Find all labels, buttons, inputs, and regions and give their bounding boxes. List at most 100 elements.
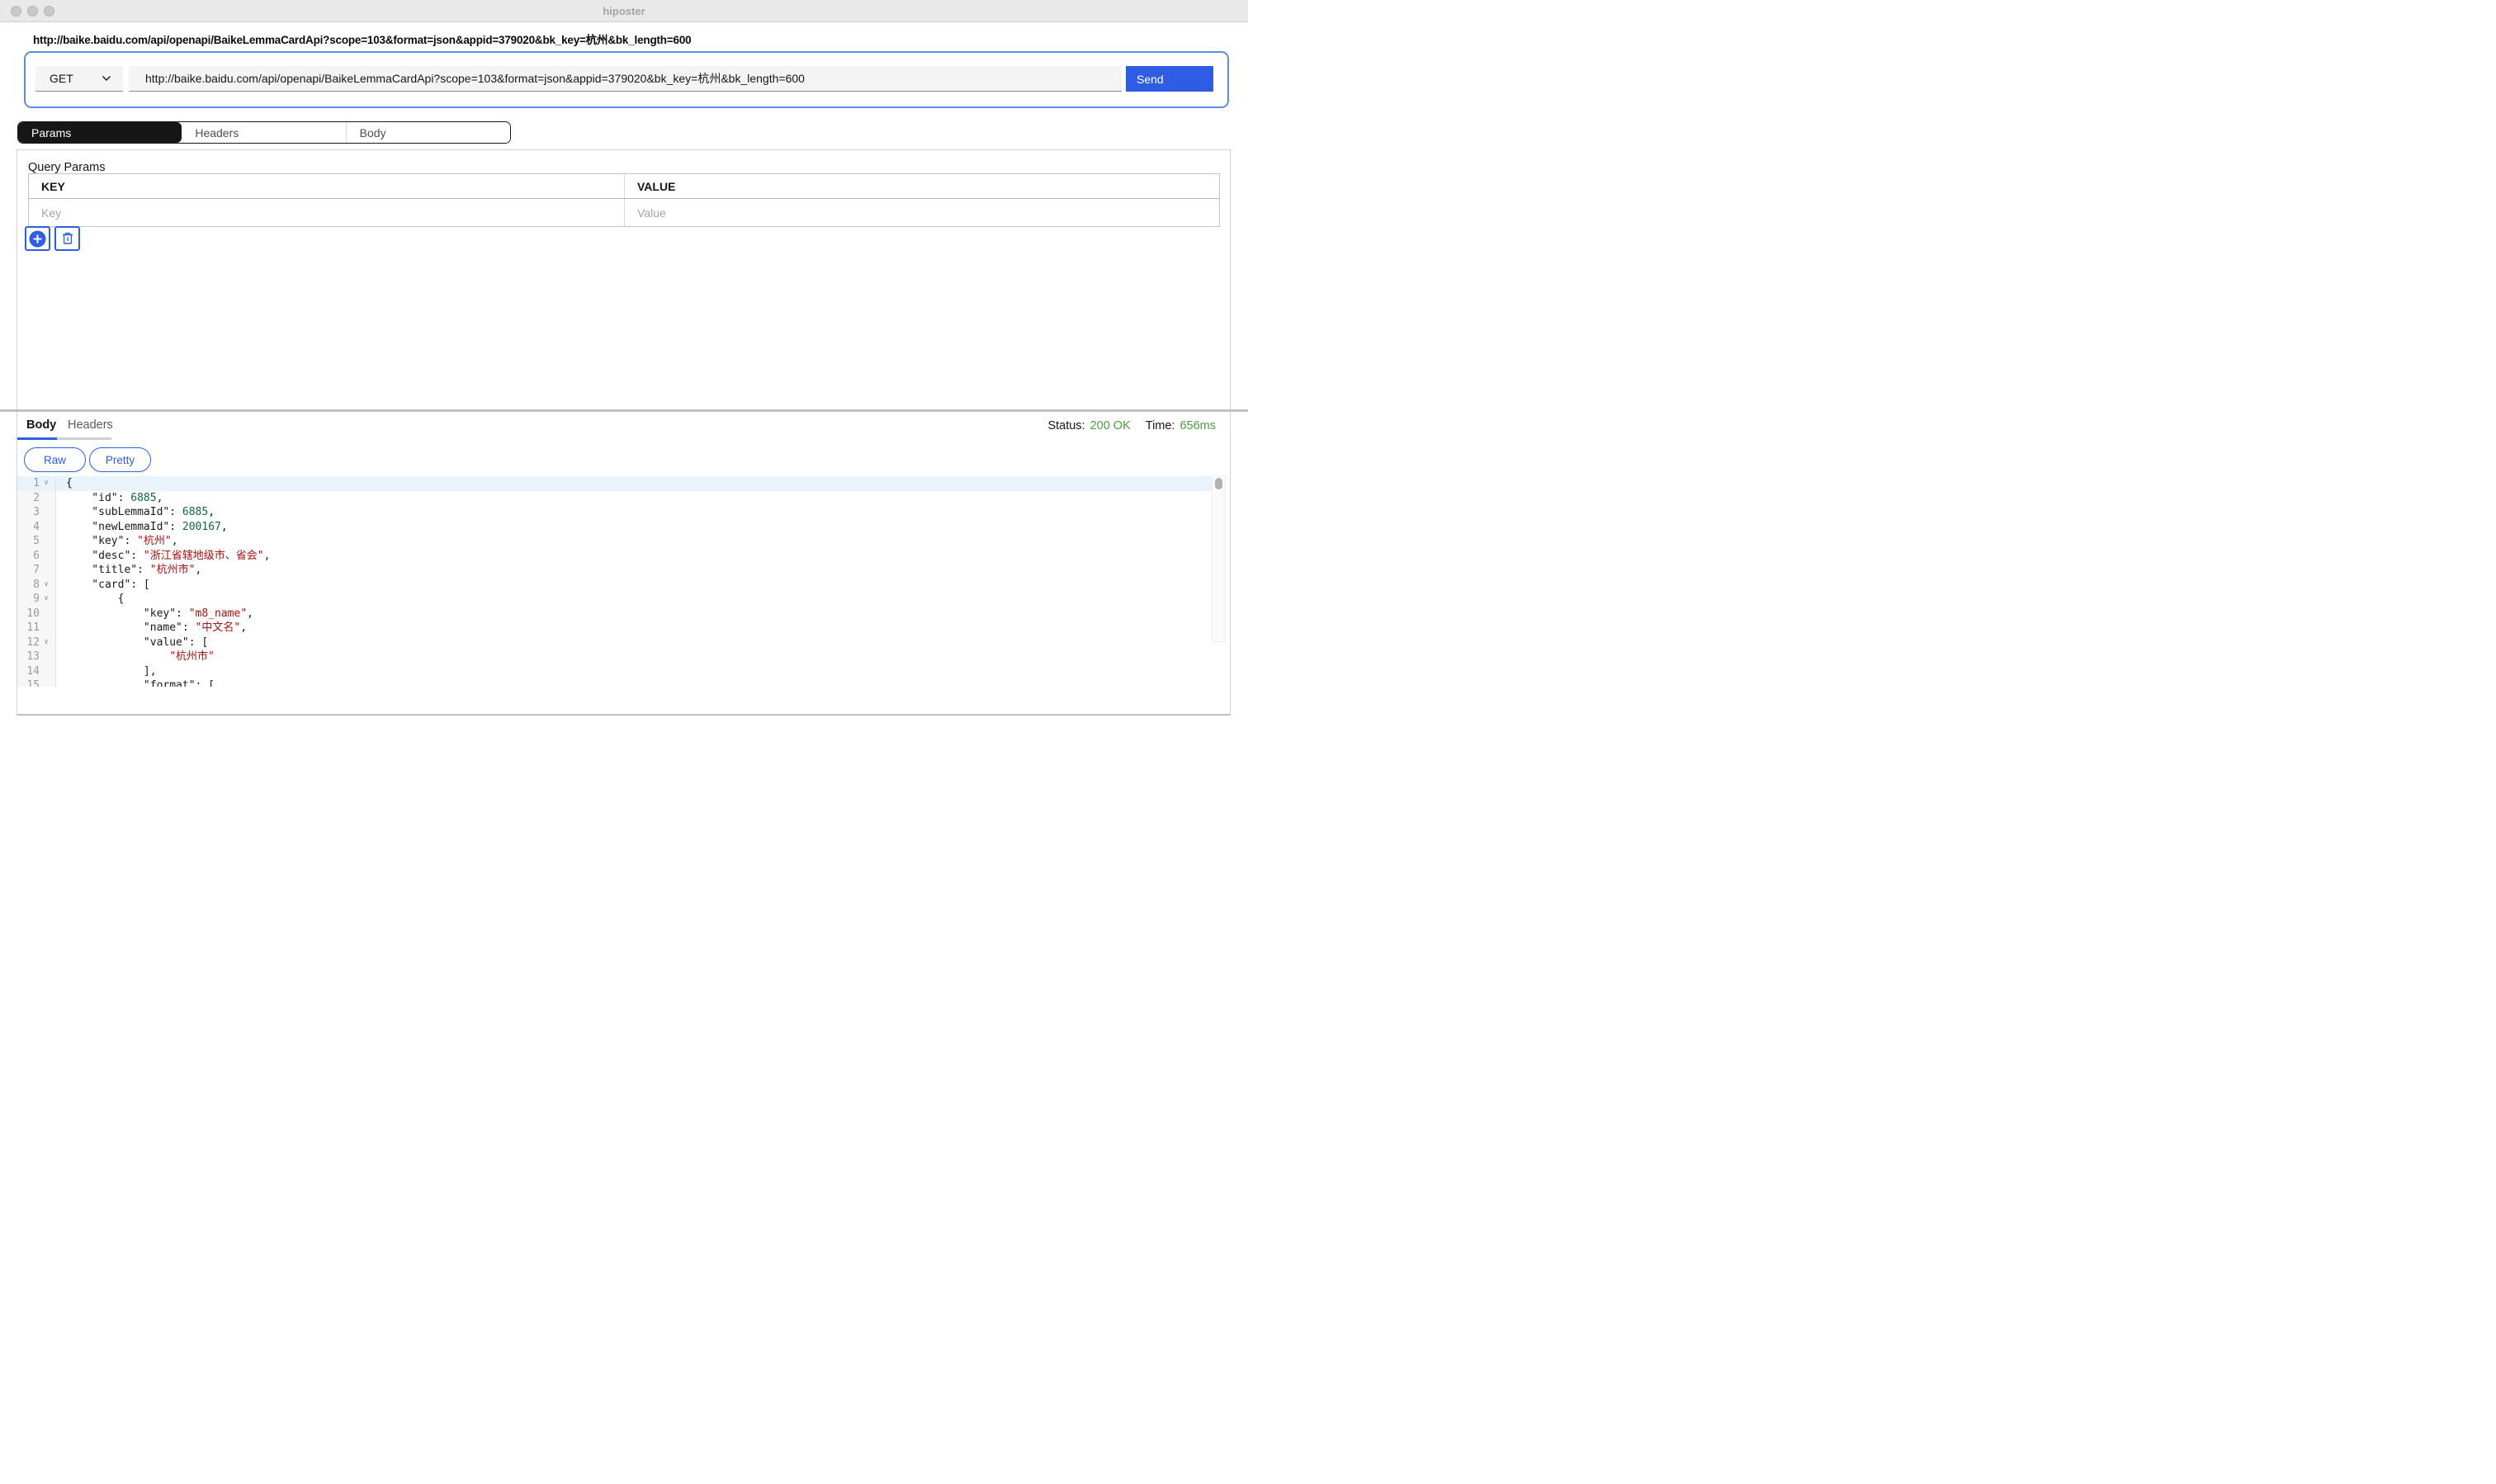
- editor-scrollbar[interactable]: [1212, 475, 1226, 642]
- code-line: 6 "desc": "浙江省辖地级市、省会",: [17, 549, 1212, 564]
- response-tab-body[interactable]: Body: [17, 418, 57, 440]
- code-line: 8∨ "card": [: [17, 578, 1212, 593]
- line-number: 14: [17, 664, 40, 679]
- code-text: "key": "杭州",: [56, 534, 178, 549]
- code-text: "newLemmaId": 200167,: [56, 520, 228, 535]
- code-text: {: [56, 476, 73, 491]
- line-number: 3: [17, 505, 40, 520]
- response-view-buttons: Raw Pretty: [24, 447, 151, 472]
- code-line: 11 "name": "中文名",: [17, 621, 1212, 636]
- code-line: 10 "key": "m8_name",: [17, 607, 1212, 621]
- add-param-button[interactable]: [25, 226, 50, 251]
- code-line: 4 "newLemmaId": 200167,: [17, 520, 1212, 535]
- line-number: 13: [17, 650, 40, 664]
- code-text: "key": "m8_name",: [56, 607, 253, 621]
- trash-icon: [60, 231, 75, 246]
- line-number-gutter[interactable]: 14: [17, 664, 56, 679]
- code-line: 15 "format": [: [17, 678, 1212, 687]
- key-column-header: KEY: [29, 174, 625, 198]
- code-text: "card": [: [56, 578, 150, 593]
- code-text: "format": [: [56, 678, 215, 687]
- line-number: 10: [17, 607, 40, 621]
- request-bar-panel: GET Send: [24, 51, 1229, 108]
- fold-chevron-icon[interactable]: ∨: [40, 476, 53, 491]
- pretty-button[interactable]: Pretty: [89, 447, 151, 472]
- line-number: 4: [17, 520, 40, 535]
- table-row: [29, 199, 1219, 226]
- line-number-gutter[interactable]: 5: [17, 534, 56, 549]
- line-number-gutter[interactable]: 6: [17, 549, 56, 564]
- line-number-gutter[interactable]: 7: [17, 563, 56, 578]
- line-number-gutter[interactable]: 13: [17, 650, 56, 664]
- line-number: 15: [17, 678, 40, 687]
- code-line: 9∨ {: [17, 592, 1212, 607]
- code-text: "id": 6885,: [56, 491, 163, 506]
- code-line: 14 ],: [17, 664, 1212, 679]
- line-number: 2: [17, 491, 40, 506]
- fold-chevron-icon[interactable]: ∨: [40, 636, 53, 650]
- line-number: 7: [17, 563, 40, 578]
- code-text: {: [56, 592, 124, 607]
- code-text: "desc": "浙江省辖地级市、省会",: [56, 549, 270, 564]
- send-button[interactable]: Send: [1126, 66, 1213, 92]
- url-input[interactable]: [129, 66, 1122, 92]
- title-bar: hiposter: [0, 0, 1248, 22]
- line-number-gutter[interactable]: 1∨: [17, 476, 56, 491]
- table-header-row: KEY VALUE: [29, 174, 1219, 199]
- line-number: 9: [17, 592, 40, 607]
- line-number: 11: [17, 621, 40, 636]
- code-line: 13 "杭州市": [17, 650, 1212, 664]
- query-params-table: KEY VALUE: [28, 173, 1220, 227]
- time-value: 656ms: [1179, 419, 1216, 432]
- code-text: "name": "中文名",: [56, 621, 247, 636]
- line-number-gutter[interactable]: 4: [17, 520, 56, 535]
- line-number-gutter[interactable]: 11: [17, 621, 56, 636]
- query-params-title: Query Params: [28, 161, 105, 174]
- fold-chevron-icon[interactable]: ∨: [40, 592, 53, 607]
- line-number-gutter[interactable]: 10: [17, 607, 56, 621]
- param-actions: [25, 226, 80, 251]
- line-number-gutter[interactable]: 2: [17, 491, 56, 506]
- window-title: hiposter: [0, 5, 1248, 17]
- query-params-panel: Query Params KEY VALUE: [17, 149, 1231, 410]
- tab-params[interactable]: Params: [18, 122, 182, 143]
- editor-scrollbar-thumb[interactable]: [1215, 478, 1222, 489]
- value-column-header: VALUE: [625, 174, 1219, 198]
- method-select-value: GET: [50, 72, 73, 85]
- code-line: 12∨ "value": [: [17, 636, 1212, 650]
- code-line: 3 "subLemmaId": 6885,: [17, 505, 1212, 520]
- line-number-gutter[interactable]: 8∨: [17, 578, 56, 593]
- line-number-gutter[interactable]: 15: [17, 678, 56, 687]
- line-number-gutter[interactable]: 9∨: [17, 592, 56, 607]
- code-text: ],: [56, 664, 157, 679]
- tab-headers[interactable]: Headers: [182, 122, 345, 143]
- response-tab-headers[interactable]: Headers: [57, 418, 111, 440]
- tab-body[interactable]: Body: [346, 122, 510, 143]
- delete-param-button[interactable]: [54, 226, 80, 251]
- code-text: "value": [: [56, 636, 208, 650]
- response-tabs: Body Headers: [17, 418, 111, 440]
- line-number-gutter[interactable]: 3: [17, 505, 56, 520]
- hiposter-window: hiposter http://baike.baidu.com/api/open…: [0, 0, 1248, 742]
- param-key-input[interactable]: [29, 199, 625, 226]
- line-number: 1: [17, 476, 40, 491]
- code-line: 1∨{: [17, 476, 1212, 491]
- time-label: Time:: [1146, 419, 1175, 432]
- line-number: 12: [17, 636, 40, 650]
- raw-button[interactable]: Raw: [24, 447, 86, 472]
- status-value: 200 OK: [1090, 419, 1131, 432]
- code-text: "title": "杭州市",: [56, 563, 201, 578]
- line-number-gutter[interactable]: 12∨: [17, 636, 56, 650]
- param-value-input[interactable]: [625, 199, 1219, 226]
- response-panel: Body Headers Status: 200 OK Time: 656ms …: [17, 412, 1231, 716]
- request-tabs: Params Headers Body: [17, 121, 511, 144]
- response-status: Status: 200 OK Time: 656ms: [1047, 419, 1216, 432]
- fold-chevron-icon[interactable]: ∨: [40, 578, 53, 593]
- status-label: Status:: [1047, 419, 1085, 432]
- line-number: 5: [17, 534, 40, 549]
- response-body-editor[interactable]: 1∨{2 "id": 6885,3 "subLemmaId": 6885,4 "…: [17, 476, 1231, 687]
- code-line: 7 "title": "杭州市",: [17, 563, 1212, 578]
- method-select[interactable]: GET: [35, 66, 123, 92]
- code-text: "杭州市": [56, 650, 215, 664]
- code-text: "subLemmaId": 6885,: [56, 505, 215, 520]
